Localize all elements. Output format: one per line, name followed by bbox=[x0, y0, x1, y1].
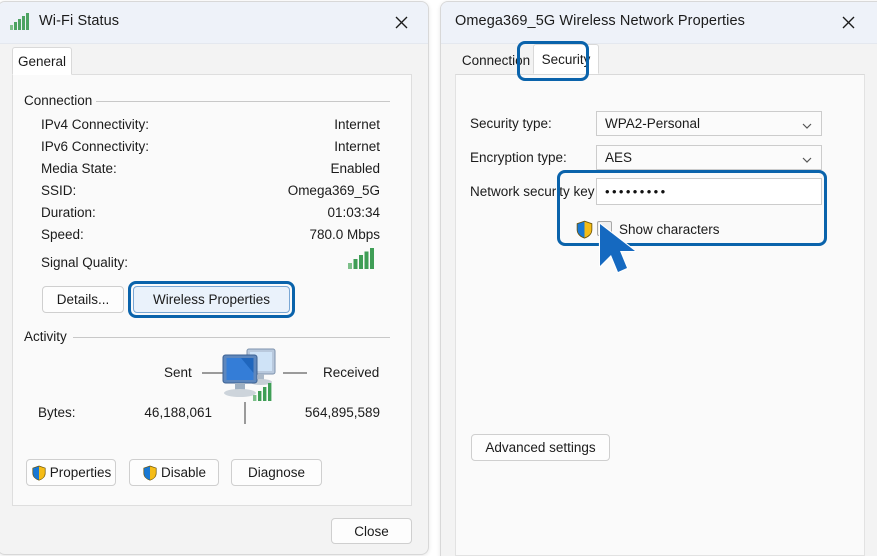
wireless-properties-titlebar: Omega369_5G Wireless Network Properties bbox=[441, 2, 877, 44]
network-security-key-input[interactable]: ••••••••• bbox=[596, 178, 822, 205]
ssid-label: SSID: bbox=[41, 183, 76, 198]
speed-value: 780.0 Mbps bbox=[240, 227, 380, 242]
ipv4-connectivity-value: Internet bbox=[240, 117, 380, 132]
encryption-type-combobox[interactable]: AES bbox=[596, 145, 822, 170]
activity-group-label: Activity bbox=[24, 329, 67, 344]
bytes-received-value: 564,895,589 bbox=[270, 405, 380, 420]
uac-shield-icon bbox=[31, 465, 47, 481]
wifi-status-close-icon[interactable] bbox=[378, 2, 424, 43]
tab-security[interactable]: Security bbox=[533, 44, 599, 74]
activity-group-rule bbox=[73, 337, 390, 338]
ipv6-connectivity-label: IPv6 Connectivity: bbox=[41, 139, 149, 154]
network-security-key-value: ••••••••• bbox=[597, 184, 668, 199]
tab-connection-label: Connection bbox=[462, 53, 530, 68]
wifi-status-window: Wi-Fi Status General Connection IPv4 Con… bbox=[0, 1, 429, 555]
media-state-label: Media State: bbox=[41, 161, 117, 176]
security-type-value: WPA2-Personal bbox=[597, 116, 700, 131]
connection-group-rule bbox=[96, 101, 390, 102]
security-type-combobox[interactable]: WPA2-Personal bbox=[596, 111, 822, 136]
wireless-properties-close-icon[interactable] bbox=[825, 2, 871, 43]
wireless-properties-window: Omega369_5G Wireless Network Properties … bbox=[440, 1, 877, 556]
ipv4-connectivity-label: IPv4 Connectivity: bbox=[41, 117, 149, 132]
wireless-properties-button-label: Wireless Properties bbox=[153, 292, 270, 307]
details-button[interactable]: Details... bbox=[42, 286, 124, 313]
bytes-sent-value: 46,188,061 bbox=[108, 405, 212, 420]
tab-general[interactable]: General bbox=[12, 47, 72, 75]
show-characters-checkbox[interactable] bbox=[597, 221, 612, 236]
wifi-signal-icon bbox=[10, 13, 30, 31]
chevron-down-icon bbox=[802, 119, 812, 129]
wifi-status-titlebar: Wi-Fi Status bbox=[0, 2, 428, 44]
wifi-status-tabstrip: General bbox=[12, 47, 412, 75]
duration-label: Duration: bbox=[41, 205, 96, 220]
two-computers-icon bbox=[219, 343, 281, 414]
received-dash bbox=[283, 372, 307, 374]
security-type-label: Security type: bbox=[470, 116, 552, 131]
signal-bars-icon bbox=[348, 248, 376, 275]
advanced-settings-button[interactable]: Advanced settings bbox=[471, 434, 610, 461]
close-button[interactable]: Close bbox=[331, 518, 412, 544]
wifi-status-title: Wi-Fi Status bbox=[39, 13, 119, 29]
properties-button-label: Properties bbox=[50, 465, 112, 480]
received-label: Received bbox=[323, 365, 379, 380]
media-state-value: Enabled bbox=[240, 161, 380, 176]
uac-shield-icon bbox=[575, 220, 594, 239]
wireless-properties-tabstrip: Connection Security bbox=[455, 46, 865, 74]
chevron-down-icon bbox=[802, 153, 812, 163]
close-button-label: Close bbox=[354, 524, 389, 539]
network-security-key-label: Network security key bbox=[470, 184, 595, 199]
show-characters-label: Show characters bbox=[619, 222, 720, 237]
disable-button[interactable]: Disable bbox=[129, 459, 219, 486]
advanced-settings-button-label: Advanced settings bbox=[485, 440, 595, 455]
bytes-label: Bytes: bbox=[38, 405, 76, 420]
tab-connection[interactable]: Connection bbox=[455, 46, 537, 74]
tab-security-label: Security bbox=[542, 52, 591, 67]
diagnose-button[interactable]: Diagnose bbox=[231, 459, 322, 486]
disable-button-label: Disable bbox=[161, 465, 206, 480]
properties-button[interactable]: Properties bbox=[26, 459, 116, 486]
wireless-properties-title: Omega369_5G Wireless Network Properties bbox=[455, 13, 745, 29]
details-button-label: Details... bbox=[57, 292, 110, 307]
wireless-properties-button[interactable]: Wireless Properties bbox=[133, 286, 290, 313]
speed-label: Speed: bbox=[41, 227, 84, 242]
activity-center-tick bbox=[244, 402, 246, 424]
uac-shield-icon bbox=[142, 465, 158, 481]
screen: Wi-Fi Status General Connection IPv4 Con… bbox=[0, 0, 877, 556]
signal-quality-label: Signal Quality: bbox=[41, 255, 128, 270]
encryption-type-value: AES bbox=[597, 150, 632, 165]
encryption-type-label: Encryption type: bbox=[470, 150, 567, 165]
connection-group-label: Connection bbox=[24, 93, 92, 108]
ssid-value: Omega369_5G bbox=[240, 183, 380, 198]
diagnose-button-label: Diagnose bbox=[248, 465, 305, 480]
tab-general-label: General bbox=[18, 54, 66, 69]
sent-label: Sent bbox=[164, 365, 192, 380]
duration-value: 01:03:34 bbox=[240, 205, 380, 220]
ipv6-connectivity-value: Internet bbox=[240, 139, 380, 154]
